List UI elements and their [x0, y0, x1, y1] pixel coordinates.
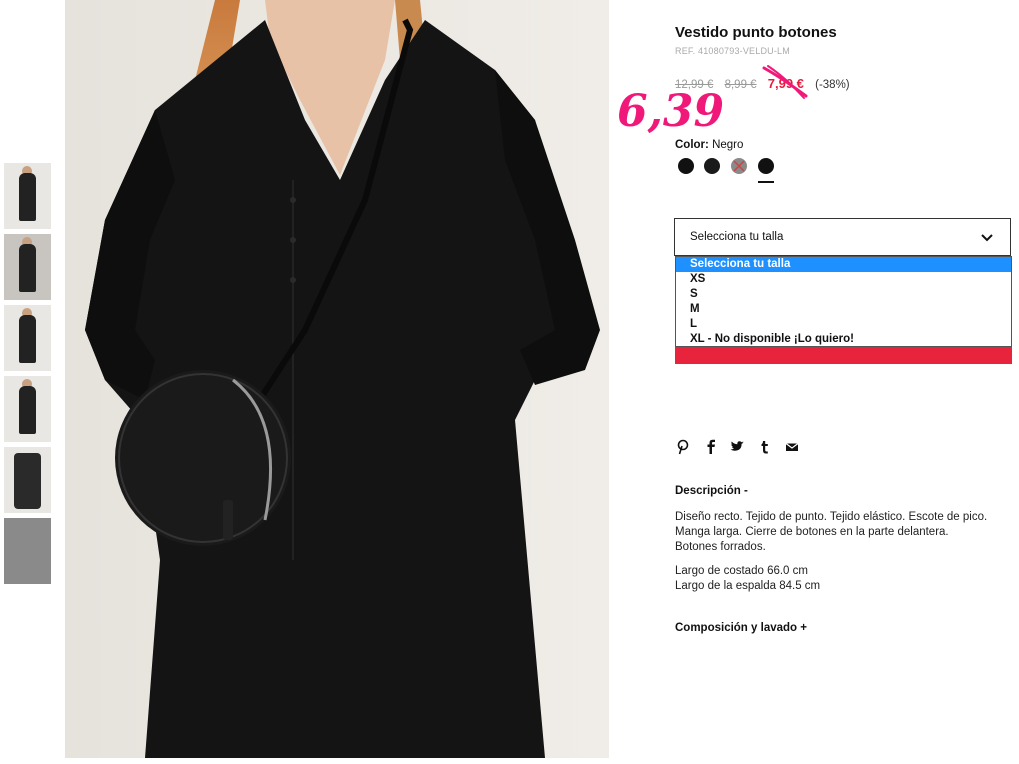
measure-side-length: Largo de costado 66.0 cm — [675, 565, 808, 577]
product-main-image — [65, 0, 609, 758]
size-option-m[interactable]: M — [676, 302, 1011, 317]
add-to-bag-button[interactable] — [675, 347, 1012, 364]
size-select-value: Selecciona tu talla — [690, 231, 784, 243]
size-option-placeholder[interactable]: Selecciona tu talla — [676, 257, 1011, 272]
color-label: Color: Negro — [675, 139, 743, 151]
twitter-icon[interactable] — [729, 439, 745, 455]
color-swatch-4-selected[interactable] — [758, 158, 774, 174]
selected-swatch-indicator — [758, 181, 774, 183]
size-dropdown-list: Selecciona tu talla XS S M L XL - No dis… — [675, 256, 1012, 347]
thumbnail-gallery — [4, 163, 51, 589]
handwritten-new-price: 6,39 — [617, 86, 725, 137]
product-reference: REF. 41080793-VELDU-LM — [675, 46, 790, 56]
color-label-value: Negro — [712, 139, 744, 151]
pinterest-icon[interactable] — [675, 439, 691, 455]
description-text: Diseño recto. Tejido de punto. Tejido el… — [675, 510, 1015, 555]
chevron-down-icon — [981, 234, 993, 242]
thumbnail-1[interactable] — [4, 163, 51, 229]
color-label-key: Color: — [675, 139, 709, 151]
unavailable-cross-icon — [733, 160, 745, 172]
facebook-icon[interactable] — [703, 439, 719, 455]
description-line-2: Manga larga. Cierre de botones en la par… — [675, 526, 949, 538]
thumbnail-2[interactable] — [4, 234, 51, 300]
model-photo — [65, 0, 609, 758]
tumblr-icon[interactable] — [757, 439, 773, 455]
size-option-s[interactable]: S — [676, 287, 1011, 302]
handwritten-strike-mark — [762, 65, 808, 99]
previous-price: 8,99 € — [724, 79, 757, 91]
description-heading[interactable]: Descripción - — [675, 485, 748, 497]
size-select[interactable]: Selecciona tu talla — [674, 218, 1011, 256]
description-line-1: Diseño recto. Tejido de punto. Tejido el… — [675, 511, 988, 523]
color-swatch-2[interactable] — [704, 158, 720, 174]
size-option-xl[interactable]: XL - No disponible ¡Lo quiero! — [676, 332, 1011, 347]
composition-heading[interactable]: Composición y lavado + — [675, 622, 807, 634]
description-line-3: Botones forrados. — [675, 541, 766, 553]
size-option-l[interactable]: L — [676, 317, 1011, 332]
measurements: Largo de costado 66.0 cm Largo de la esp… — [675, 564, 820, 594]
color-swatch-1[interactable] — [678, 158, 694, 174]
size-option-xs[interactable]: XS — [676, 272, 1011, 287]
thumbnail-3[interactable] — [4, 305, 51, 371]
product-title: Vestido punto botones — [675, 24, 837, 41]
thumbnail-5[interactable] — [4, 447, 51, 513]
measure-back-length: Largo de la espalda 84.5 cm — [675, 580, 821, 592]
email-icon[interactable] — [784, 439, 800, 455]
discount-badge: (-38%) — [815, 79, 850, 91]
color-swatch-3[interactable] — [731, 158, 747, 174]
thumbnail-4[interactable] — [4, 376, 51, 442]
thumbnail-6[interactable] — [4, 518, 51, 584]
